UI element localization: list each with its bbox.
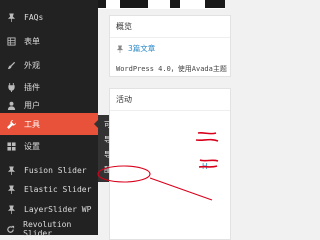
menu-label: 用户 xyxy=(24,100,40,110)
menu-item-forms[interactable]: 表单 xyxy=(0,30,98,52)
menu-label: Revolution Slider xyxy=(23,220,72,238)
wrench-icon xyxy=(6,119,16,129)
pin-icon xyxy=(6,12,16,22)
menu-item-faqs[interactable]: FAQs xyxy=(0,8,98,26)
menu-item-layerslider[interactable]: LayerSlider WP xyxy=(0,198,98,220)
activity-panel: 活动 H xyxy=(109,88,231,240)
table-icon xyxy=(6,36,16,46)
top-bar-block xyxy=(170,0,180,8)
posts-row: 3篇文章 xyxy=(110,38,230,54)
top-bar-block xyxy=(120,0,148,8)
menu-label: Fusion Slider xyxy=(24,165,87,175)
admin-sidebar: FAQs 表单 外观 插件 用户 工具 设置 Fusion Slider Ela… xyxy=(0,0,99,238)
pin-icon xyxy=(6,184,16,194)
refresh-icon xyxy=(6,224,15,234)
menu-label: 插件 xyxy=(24,82,40,92)
overview-title: 概览 xyxy=(110,16,230,38)
user-icon xyxy=(6,100,16,110)
menu-item-elastic-slider[interactable]: Elastic Slider xyxy=(0,178,98,200)
pin-icon xyxy=(6,165,16,175)
menu-label: 设置 xyxy=(24,141,40,151)
pin-icon xyxy=(116,44,124,53)
menu-label: FAQs xyxy=(24,12,44,22)
brush-icon xyxy=(6,60,16,70)
menu-label: Elastic Slider xyxy=(24,184,92,194)
wordpress-version-text: WordPress 4.0，使用Avada主题 xyxy=(110,54,230,74)
overview-panel: 概览 3篇文章 WordPress 4.0，使用Avada主题 xyxy=(109,15,231,77)
activity-title: 活动 xyxy=(110,89,230,111)
menu-item-tools[interactable]: 工具 xyxy=(0,113,99,135)
activity-link[interactable]: H xyxy=(202,162,208,171)
wordpress-version-label: WordPress 4.0，使用Avada主题 xyxy=(116,65,227,73)
posts-count-link[interactable]: 3篇文章 xyxy=(128,43,155,54)
menu-item-settings[interactable]: 设置 xyxy=(0,135,98,157)
pin-icon xyxy=(6,204,16,214)
menu-item-appearance[interactable]: 外观 xyxy=(0,54,98,76)
menu-label: 表单 xyxy=(24,36,40,46)
plug-icon xyxy=(6,82,16,92)
menu-item-revolution-slider[interactable]: Revolution Slider xyxy=(0,218,98,240)
menu-label: 外观 xyxy=(24,60,40,70)
menu-label: 工具 xyxy=(24,119,40,129)
top-bar-block xyxy=(205,0,225,8)
settings-grid-icon xyxy=(6,141,16,151)
menu-label: LayerSlider WP xyxy=(24,204,92,214)
